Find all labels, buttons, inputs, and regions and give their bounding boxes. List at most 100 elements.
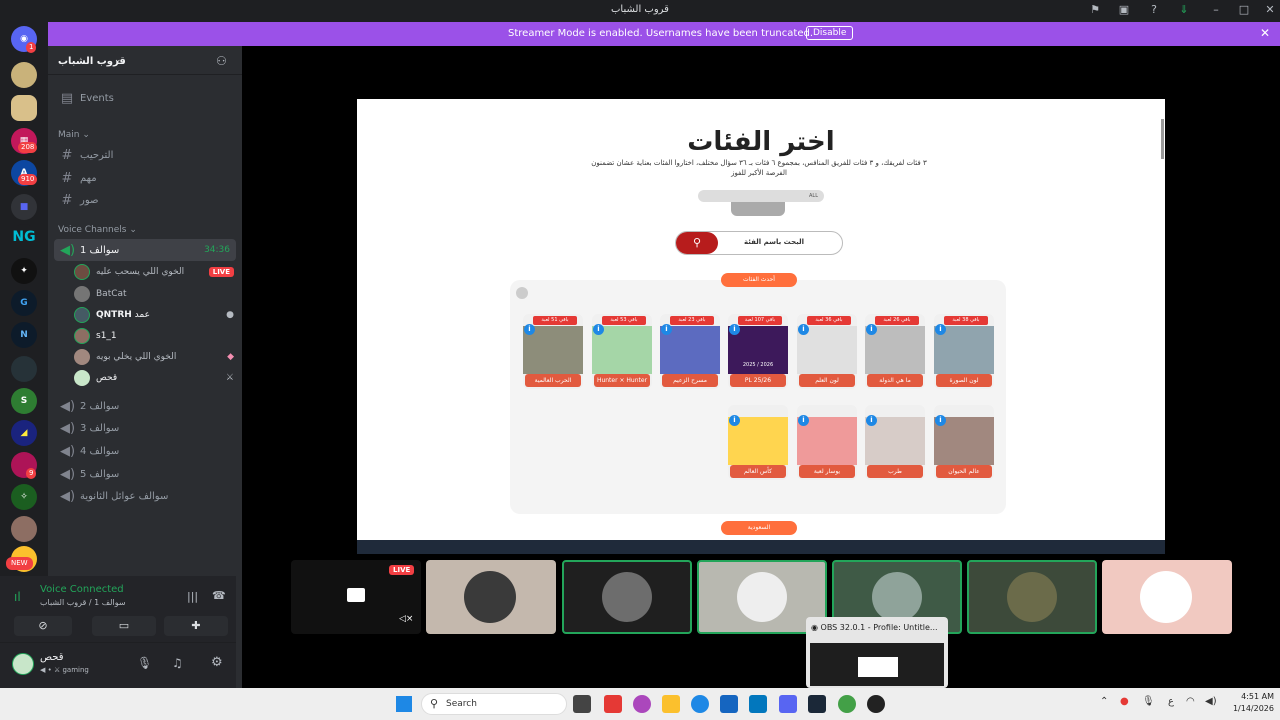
discord-taskbar-icon[interactable] — [779, 695, 797, 713]
category-card[interactable]: i طرب — [865, 405, 925, 480]
close-banner-icon[interactable]: ✕ — [1260, 26, 1270, 40]
tray-icon[interactable]: ● — [1120, 696, 1129, 707]
username[interactable]: قحص — [40, 652, 64, 663]
edge-icon[interactable] — [691, 695, 709, 713]
user-avatar[interactable] — [12, 653, 34, 675]
muted-icon[interactable]: ◁× — [399, 614, 413, 624]
headphones-icon[interactable]: ♫ — [172, 656, 183, 670]
windows-start-icon[interactable] — [396, 696, 412, 712]
chrome-icon[interactable] — [838, 695, 856, 713]
voice-user[interactable]: الخوي اللي يسحب عليه LIVE — [74, 262, 234, 282]
wifi-icon[interactable]: ◠ — [1186, 696, 1195, 707]
voice-location[interactable]: سوالف 1 / قروب الشباب — [40, 598, 126, 607]
voice-channel-active[interactable]: ◀) سوالف 1 34:36 — [54, 239, 236, 261]
folder-icon[interactable]: ■ — [11, 194, 37, 220]
category-card[interactable]: باقي 38 لعبة i لون الصورة — [934, 314, 994, 389]
info-icon[interactable]: i — [935, 415, 946, 426]
camera-off-button[interactable]: ⊘ — [14, 616, 72, 636]
category-search[interactable]: ⚲ البحث باسم الفئة — [675, 231, 843, 255]
events-item[interactable]: ▤ Events — [48, 87, 242, 109]
outlook-icon[interactable] — [749, 695, 767, 713]
info-icon[interactable]: i — [593, 324, 604, 335]
file-explorer-icon[interactable] — [662, 695, 680, 713]
minimize-icon[interactable]: – — [1208, 3, 1224, 19]
add-user-icon[interactable]: ⚇ — [216, 54, 227, 68]
server-icon[interactable]: ✧ — [11, 484, 37, 510]
collapse-icon[interactable] — [516, 287, 528, 299]
info-icon[interactable]: i — [661, 324, 672, 335]
voice-channel[interactable]: ◀) سوالف 5 — [48, 463, 242, 485]
category-card[interactable]: i عالم الحيوان — [934, 405, 994, 480]
category-card[interactable]: باقي 107 لعبة 2025 / 2026 i PL 25/26 — [728, 314, 788, 389]
maximize-icon[interactable]: □ — [1236, 3, 1252, 19]
obs-taskbar-icon[interactable] — [867, 695, 885, 713]
info-icon[interactable]: i — [866, 324, 877, 335]
voice-channel[interactable]: ◀) سوالف 4 — [48, 440, 242, 462]
chevron-down-icon[interactable]: ⌄ — [114, 55, 122, 65]
server-icon[interactable]: G — [11, 290, 37, 316]
category-card[interactable]: i يوسار لعبة — [797, 405, 857, 480]
info-icon[interactable]: i — [798, 324, 809, 335]
participant-tile[interactable] — [426, 560, 556, 634]
voice-channel[interactable]: ◀) سوالف 3 — [48, 417, 242, 439]
info-icon[interactable]: i — [729, 324, 740, 335]
text-channel[interactable]: # الترحيب — [48, 144, 242, 166]
copilot-icon[interactable] — [633, 695, 651, 713]
inbox-icon[interactable]: ▣ — [1116, 3, 1132, 19]
help-icon[interactable]: ? — [1146, 3, 1162, 19]
disable-streamer-button[interactable]: Disable — [806, 26, 854, 40]
info-icon[interactable]: i — [798, 415, 809, 426]
steam-icon[interactable] — [808, 695, 826, 713]
search-icon[interactable]: ⚲ — [676, 232, 718, 254]
scrollbar[interactable] — [1161, 119, 1164, 159]
voice-user[interactable]: قحص ⚔ — [74, 368, 234, 388]
language-indicator[interactable]: ع — [1168, 696, 1174, 707]
voice-channel[interactable]: ◀) سوالف 2 — [48, 395, 242, 417]
info-icon[interactable]: i — [935, 324, 946, 335]
task-view-icon[interactable] — [573, 695, 591, 713]
close-window-icon[interactable]: ✕ — [1262, 3, 1278, 19]
category-main[interactable]: Main ⌄ — [58, 130, 90, 140]
volume-icon[interactable]: ◀) — [1205, 696, 1217, 707]
store-icon[interactable] — [720, 695, 738, 713]
shared-screen[interactable]: اختر الفئات ٣ فئات لفريقك، و ٣ فئات للفر… — [357, 99, 1165, 554]
server-icon[interactable] — [11, 516, 37, 542]
category-card[interactable]: باقي 53 لعبة i Hunter × Hunter — [592, 314, 652, 389]
voice-user[interactable]: الخوي اللي يخلي بويه ◆ — [74, 347, 234, 367]
voice-channel[interactable]: ◀) سوالف عوائل الثانوية — [48, 485, 242, 507]
category-voice[interactable]: Voice Channels ⌄ — [58, 225, 137, 235]
voice-user[interactable]: BatCat — [74, 284, 127, 304]
participant-tile-stream[interactable]: LIVE ◁× — [291, 560, 421, 634]
flag-icon[interactable]: ⚑ — [1087, 3, 1103, 19]
info-icon[interactable]: i — [524, 324, 535, 335]
voice-user[interactable]: s1_1 — [74, 326, 117, 346]
server-icon[interactable]: ✦ — [11, 258, 37, 284]
category-card[interactable]: باقي 51 لعبة i الحرب العالمية — [523, 314, 583, 389]
category-card[interactable]: باقي 26 لعبة i ما هي الدولة — [865, 314, 925, 389]
participant-tile[interactable] — [1102, 560, 1232, 634]
server-icon[interactable]: S — [11, 388, 37, 414]
mic-tray-icon[interactable]: 🎙 — [1142, 696, 1155, 707]
participant-tile[interactable] — [967, 560, 1097, 634]
category-card[interactable]: باقي 23 لعبة i مسرح الزعيم — [660, 314, 720, 389]
text-channel[interactable]: # صور — [48, 189, 242, 211]
server-icon[interactable] — [11, 62, 37, 88]
disconnect-icon[interactable]: ☎ — [212, 589, 226, 602]
taskbar-search[interactable]: ⚲ Search — [421, 693, 567, 715]
participant-tile[interactable] — [562, 560, 692, 634]
activities-button[interactable]: ✚ — [164, 616, 228, 636]
download-icon[interactable]: ⇓ — [1176, 3, 1192, 19]
settings-gear-icon[interactable]: ⚙ — [211, 655, 223, 670]
server-icon[interactable] — [11, 356, 37, 382]
server-icon[interactable]: N — [11, 322, 37, 348]
text-channel[interactable]: # مهم — [48, 167, 242, 189]
server-icon[interactable]: ◢ — [11, 420, 37, 446]
filter-bar[interactable]: ALL — [698, 190, 824, 202]
category-card[interactable]: i كأس العالم — [728, 405, 788, 480]
taskbar-date[interactable]: 1/14/2026 — [1224, 704, 1274, 713]
filter-tabs[interactable] — [731, 202, 785, 216]
category-card[interactable]: باقي 36 لعبة i لون العلم — [797, 314, 857, 389]
server-icon-ng[interactable]: NG — [11, 224, 37, 250]
obs-thumbnail-popup[interactable]: ◉ OBS 32.0.1 - Profile: Untitle... — [806, 617, 948, 688]
microphone-icon[interactable]: 🎙 — [137, 656, 152, 670]
